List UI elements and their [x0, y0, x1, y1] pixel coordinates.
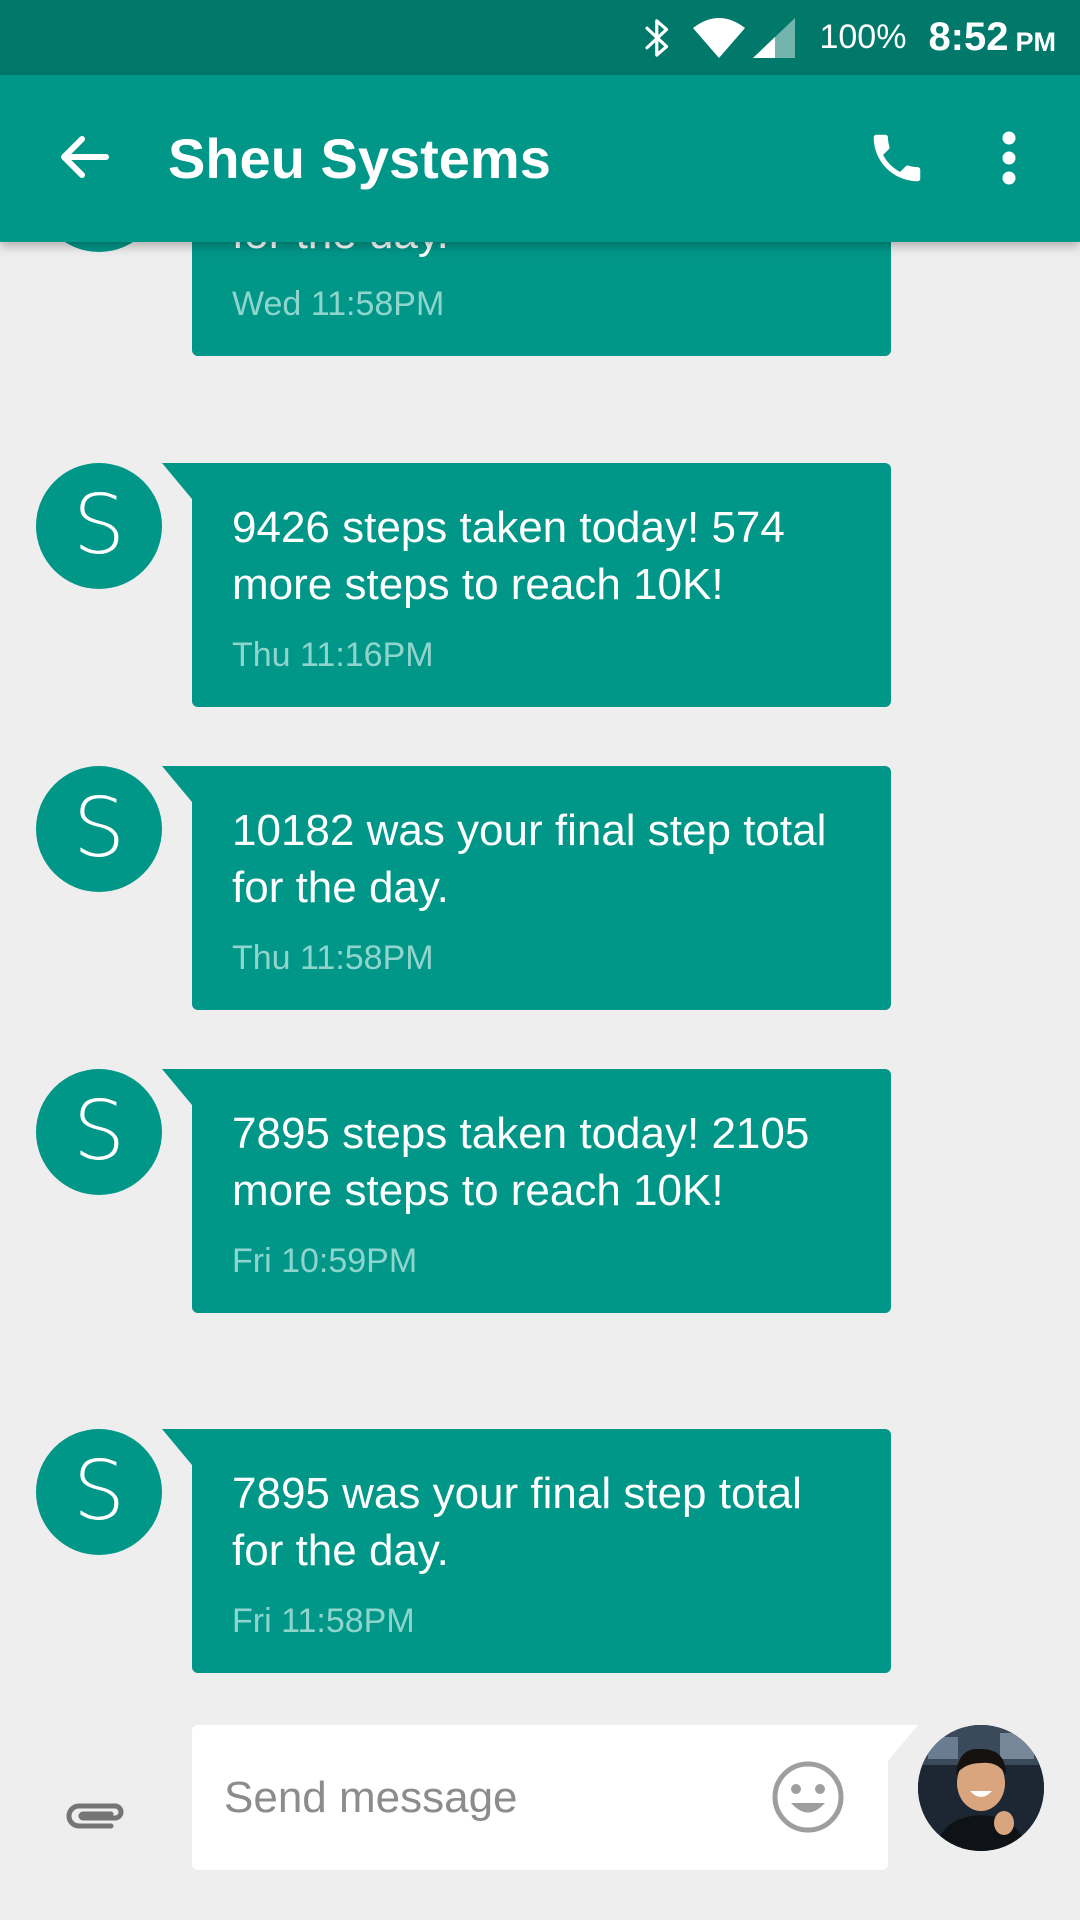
call-button[interactable]: [862, 125, 932, 195]
message-input[interactable]: [224, 1761, 744, 1835]
message-timestamp: Fri 10:59PM: [232, 1242, 418, 1280]
sender-avatar: S: [36, 463, 162, 589]
message-text: 9426 steps taken today! 574 more steps t…: [232, 503, 785, 609]
more-vert-icon: [1001, 131, 1017, 190]
message-timestamp: Thu 11:16PM: [232, 636, 434, 674]
message-bubble[interactable]: 10182 was your final step total for the …: [162, 766, 891, 1010]
wifi-icon: [691, 16, 747, 60]
user-avatar[interactable]: [918, 1725, 1044, 1851]
overflow-menu-button[interactable]: [984, 125, 1034, 195]
arrow-back-icon: [56, 129, 112, 190]
attach-button[interactable]: [58, 1780, 134, 1856]
message-bubble[interactable]: 10182 was your final step total for the …: [192, 242, 891, 356]
message-text: 10182 was your final step total for the …: [232, 806, 827, 912]
sender-avatar: S: [36, 1429, 162, 1555]
compose-bar: [0, 1720, 1080, 1920]
phone-icon: [866, 127, 928, 194]
message-timestamp: Wed 11:58PM: [232, 285, 445, 323]
message-timestamp: Fri 11:58PM: [232, 1602, 415, 1640]
emoji-icon: [771, 1760, 845, 1839]
attach-icon: [63, 1796, 129, 1841]
status-clock: 8:52: [928, 15, 1009, 59]
bluetooth-icon: [643, 16, 673, 60]
status-bar: 100% 8:52 PM: [0, 0, 1080, 75]
message-text: 7895 was your final step total for the d…: [232, 1469, 802, 1575]
message-input-container: [192, 1725, 918, 1870]
sender-avatar: S: [36, 242, 162, 252]
message-timestamp: Thu 11:58PM: [232, 939, 434, 977]
battery-percent: 100%: [819, 18, 907, 56]
cell-signal-icon: [751, 16, 797, 60]
conversation-title: Sheu Systems: [168, 127, 551, 190]
message-list[interactable]: S 10182 was your final step total for th…: [0, 242, 1080, 1720]
sender-avatar: S: [36, 766, 162, 892]
message-bubble[interactable]: 7895 was your final step total for the d…: [162, 1429, 891, 1673]
back-button[interactable]: [52, 127, 116, 191]
emoji-button[interactable]: [770, 1761, 846, 1837]
sender-avatar: S: [36, 1069, 162, 1195]
message-bubble[interactable]: 7895 steps taken today! 2105 more steps …: [162, 1069, 891, 1313]
app-bar: Sheu Systems: [0, 75, 1080, 242]
message-text: 7895 steps taken today! 2105 more steps …: [232, 1109, 810, 1215]
message-text: 10182 was your final step total for the …: [232, 242, 851, 262]
message-bubble[interactable]: 9426 steps taken today! 574 more steps t…: [162, 463, 891, 707]
status-ampm: PM: [1015, 27, 1057, 57]
